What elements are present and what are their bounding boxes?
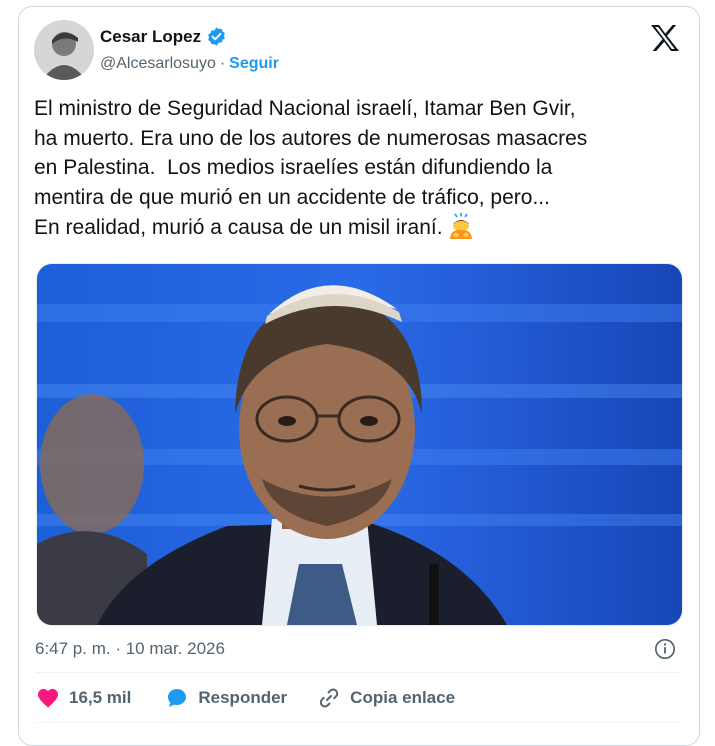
tweet-body: El ministro de Seguridad Nacional israel…: [34, 97, 588, 239]
info-icon[interactable]: [654, 638, 676, 660]
author-name[interactable]: Cesar Lopez: [100, 27, 201, 47]
like-button[interactable]: 16,5 mil: [36, 686, 131, 710]
person-bowing-emoji: [449, 213, 472, 239]
copy-link-button[interactable]: Copia enlace: [317, 686, 455, 710]
verified-badge-icon: [208, 27, 225, 46]
heart-icon: [38, 689, 58, 708]
author-avatar[interactable]: [34, 20, 94, 80]
follow-button[interactable]: Seguir: [229, 55, 279, 73]
copy-link-label: Copia enlace: [350, 688, 456, 707]
tweet-timestamp[interactable]: 6:47 p. m. · 10 mar. 2026: [35, 639, 225, 659]
x-logo-icon[interactable]: [650, 24, 680, 52]
tweet-photo[interactable]: [36, 263, 683, 626]
reply-label: Responder: [198, 688, 288, 707]
divider: [36, 672, 680, 673]
author-name-row: Cesar Lopez: [100, 26, 227, 47]
like-count: 16,5 mil: [69, 688, 132, 707]
link-icon: [320, 688, 339, 708]
reply-bubble-icon: [168, 689, 187, 707]
tweet-text: El ministro de Seguridad Nacional israel…: [34, 94, 694, 243]
handle-separator: ·: [219, 55, 226, 72]
author-handle[interactable]: @Alcesarlosuyo: [100, 55, 216, 73]
tweet-actions: 16,5 mil Responder Copia enlace: [36, 686, 455, 710]
author-handle-row: @Alcesarlosuyo · Seguir: [100, 55, 279, 73]
reply-button[interactable]: Responder: [165, 686, 287, 710]
